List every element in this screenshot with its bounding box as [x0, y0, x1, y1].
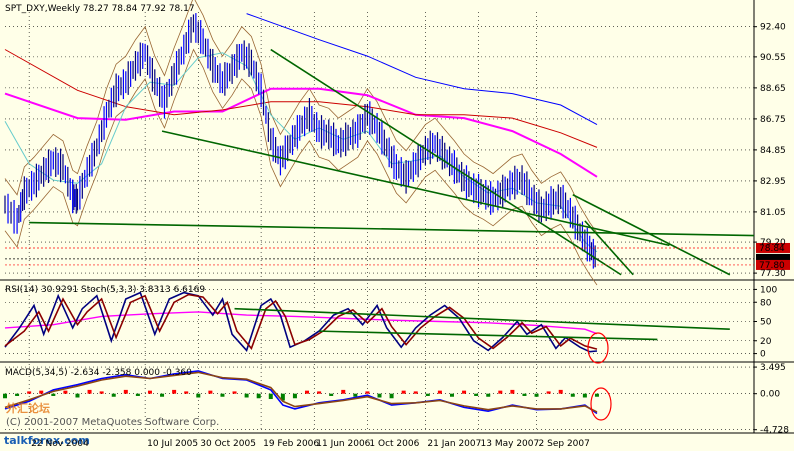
macd-histogram-bar — [534, 393, 539, 397]
rsi-axis-tick-label: 0 — [760, 350, 766, 360]
macd-histogram-bar — [75, 393, 80, 398]
macd-histogram-bar — [172, 389, 177, 394]
macd-histogram-bar — [365, 391, 370, 394]
macd-axis-tick-label: -4.728 — [760, 426, 789, 436]
macd-histogram-bar — [377, 393, 382, 398]
price-panel-title: SPT_DXY,Weekly 78.27 78.84 77.92 78.17 — [5, 4, 195, 14]
price-axis-tick-label: 79.20 — [760, 238, 786, 248]
x-axis-label: 2 Sep 2007 — [539, 439, 590, 449]
x-axis-label: 11 Jun 2006 — [316, 439, 370, 449]
macd-histogram-bar — [232, 391, 237, 394]
macd-histogram-bar — [99, 391, 104, 394]
macd-histogram-bar — [449, 393, 454, 397]
rsi-axis-tick-label: 80 — [760, 298, 772, 308]
watermark-logo-cn: 外汇论坛 — [5, 401, 50, 415]
macd-histogram-bar — [546, 391, 551, 394]
macd-histogram-bar — [135, 393, 140, 396]
x-axis-label: 1 Oct 2006 — [369, 439, 419, 449]
macd-histogram-bar — [498, 390, 503, 394]
x-axis-label: 22 Nov 2004 — [31, 439, 89, 449]
macd-histogram-bar — [570, 393, 575, 397]
macd-histogram-bar — [329, 393, 334, 396]
x-axis-label: 10 Jul 2005 — [147, 439, 198, 449]
macd-histogram-bar — [111, 393, 116, 397]
macd-histogram-bar — [341, 389, 346, 394]
x-axis-label: 13 May 2007 — [481, 439, 540, 449]
macd-histogram-bar — [39, 390, 44, 394]
macd-histogram-bar — [594, 393, 599, 397]
macd-axis-tick-label: 3.495 — [760, 363, 786, 373]
macd-histogram-bar — [268, 393, 273, 400]
price-axis-tick-label: 77.30 — [760, 269, 786, 279]
macd-histogram-bar — [184, 391, 189, 394]
macd-histogram-bar — [147, 390, 152, 394]
macd-histogram-bar — [510, 389, 515, 394]
macd-histogram-bar — [425, 393, 430, 396]
macd-histogram-bar — [196, 393, 201, 398]
rsi-panel-title: RSI(14) 30.9291 Stoch(5,3,3) 3.8313 6.61… — [5, 285, 205, 295]
macd-histogram-bar — [27, 391, 32, 394]
macd-histogram-bar — [413, 391, 418, 394]
macd-axis-tick-label: 0.00 — [760, 390, 780, 400]
macd-histogram-bar — [63, 390, 68, 394]
price-axis-tick-label: 92.40 — [760, 23, 786, 33]
macd-histogram-bar — [87, 389, 92, 394]
macd-histogram-bar — [389, 393, 394, 399]
chart-background — [0, 0, 794, 451]
rsi-axis-tick-label: 100 — [760, 285, 777, 295]
price-axis-tick-label: 81.05 — [760, 208, 786, 218]
rsi-axis-tick-label: 20 — [760, 337, 772, 347]
forex-chart: 78.8478.1777.80 92.4090.5588.6586.7584.8… — [0, 0, 794, 451]
macd-histogram-bar — [123, 389, 128, 394]
macd-histogram-bar — [15, 393, 20, 396]
macd-histogram-bar — [558, 389, 563, 394]
macd-histogram-bar — [3, 393, 7, 399]
macd-histogram-bar — [401, 390, 406, 394]
x-axis-label: 30 Oct 2005 — [200, 439, 256, 449]
x-axis-label: 21 Jan 2007 — [427, 439, 481, 449]
price-axis-tick-label: 84.85 — [760, 146, 786, 156]
macd-histogram-bar — [220, 393, 225, 397]
macd-histogram-bar — [474, 393, 479, 396]
rsi-axis-tick-label: 50 — [760, 318, 772, 328]
price-axis-tick-label: 90.55 — [760, 53, 786, 63]
macd-histogram-bar — [437, 390, 442, 394]
watermark-copyright: (C) 2001-2007 MetaQuotes Software Corp. — [6, 417, 219, 428]
price-axis-tick-label: 86.75 — [760, 115, 786, 125]
macd-histogram-bar — [160, 393, 165, 397]
macd-histogram-bar — [256, 393, 261, 399]
x-axis-label: 19 Feb 2006 — [263, 439, 319, 449]
macd-histogram-bar — [292, 393, 297, 399]
price-axis-tick-label: 82.95 — [760, 177, 786, 187]
macd-histogram-bar — [208, 390, 213, 394]
macd-histogram-bar — [51, 393, 56, 396]
macd-histogram-bar — [244, 393, 249, 398]
macd-histogram-bar — [353, 393, 358, 397]
macd-histogram-bar — [522, 393, 527, 396]
macd-panel-title: MACD(5,34,5) -2.634 -2.358 0.000 -0.360 — [5, 368, 192, 378]
macd-histogram-bar — [305, 390, 310, 394]
macd-histogram-bar — [462, 390, 467, 394]
price-axis-tick-label: 88.65 — [760, 84, 786, 94]
macd-histogram-bar — [486, 393, 491, 397]
macd-histogram-bar — [317, 391, 322, 394]
macd-histogram-bar — [582, 393, 587, 398]
